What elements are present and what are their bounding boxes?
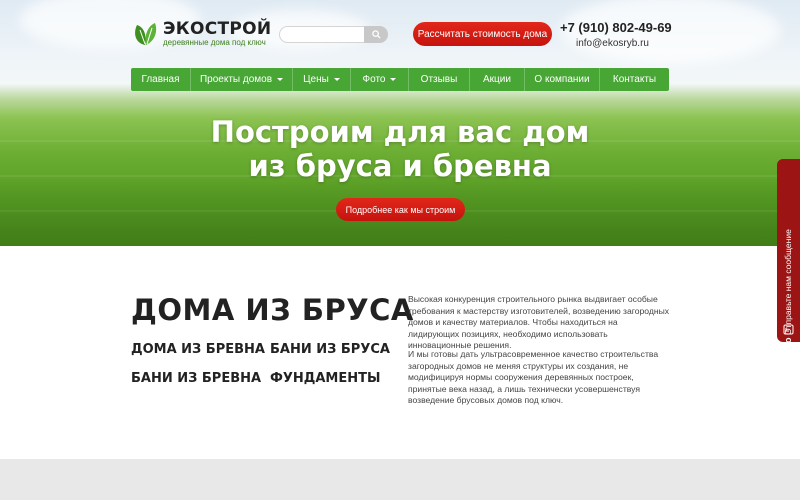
chat-widget-tab[interactable]: jivo Отправьте нам сообщение (777, 159, 800, 353)
nav-item-projects[interactable]: Проекты домов (191, 68, 293, 91)
logo[interactable]: ЭКОСТРОЙ деревянные дома под ключ (133, 20, 271, 48)
phone-number[interactable]: +7 (910) 802-49-69 (560, 20, 672, 35)
nav-item-home[interactable]: Главная (131, 68, 191, 91)
link-log-saunas[interactable]: БАНИ ИЗ БРЕВНА (131, 371, 261, 386)
calculate-cost-button[interactable]: Рассчитать стоимость дома (413, 22, 552, 46)
more-info-button[interactable]: Подробнее как мы строим (336, 198, 465, 221)
message-icon (783, 324, 794, 335)
search-input[interactable] (286, 28, 364, 41)
link-timber-saunas[interactable]: БАНИ ИЗ БРУСА (270, 342, 390, 357)
nav-item-photo[interactable]: Фото (351, 68, 409, 91)
hero-title: Построим для вас дом из бруса и бревна (210, 115, 590, 183)
nav-item-contacts[interactable]: Контакты (600, 68, 669, 91)
nav-item-about[interactable]: О компании (525, 68, 600, 91)
logo-title: ЭКОСТРОЙ (163, 19, 272, 39)
search-box (279, 26, 388, 43)
link-foundations[interactable]: ФУНДАМЕНТЫ (270, 371, 380, 386)
nav-item-promotions[interactable]: Акции (470, 68, 525, 91)
footer-section (0, 459, 800, 500)
main-nav: Главная Проекты домов Цены Фото Отзывы А… (131, 68, 669, 91)
intro-paragraph-2: И мы готовы дать ультрасовременное качес… (408, 349, 659, 406)
email-link[interactable]: info@ekosryb.ru (576, 38, 649, 49)
search-button[interactable] (364, 26, 388, 43)
link-log-houses[interactable]: ДОМА ИЗ БРЕВНА (131, 342, 265, 357)
nav-item-reviews[interactable]: Отзывы (409, 68, 470, 91)
chevron-down-icon (277, 78, 284, 81)
chevron-down-icon (333, 78, 340, 81)
logo-subtitle: деревянные дома под ключ (163, 38, 266, 47)
chevron-down-icon (390, 78, 397, 81)
chat-widget-label: Отправьте нам сообщение (783, 229, 793, 335)
search-icon (371, 30, 381, 39)
nav-item-prices[interactable]: Цены (293, 68, 351, 91)
intro-paragraph-1: Высокая конкуренция строительного рынка … (408, 294, 670, 351)
leaf-icon (133, 21, 159, 47)
page-heading: ДОМА ИЗ БРУСА (131, 293, 414, 327)
